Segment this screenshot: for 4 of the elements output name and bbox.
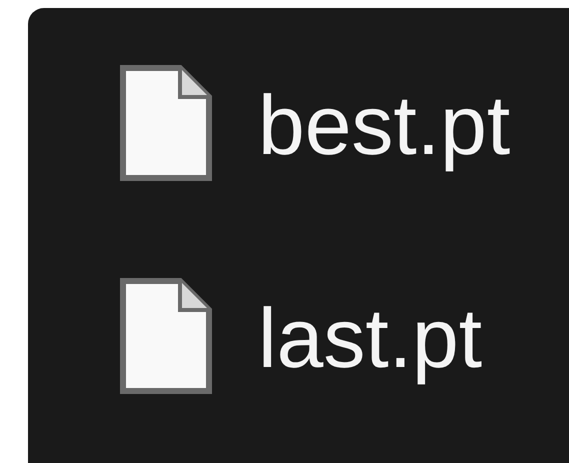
file-name[interactable]: best.pt bbox=[258, 70, 510, 176]
file-icon bbox=[120, 278, 212, 394]
file-icon bbox=[120, 65, 212, 181]
file-name[interactable]: last.pt bbox=[258, 284, 482, 388]
